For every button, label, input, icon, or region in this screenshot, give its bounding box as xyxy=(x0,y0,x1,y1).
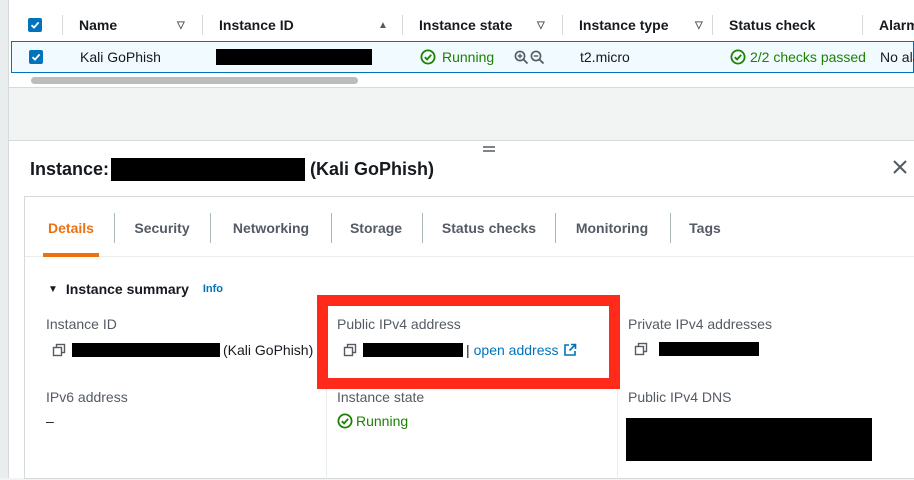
tab-divider xyxy=(670,213,671,243)
success-icon xyxy=(337,413,353,429)
redacted-ip-address xyxy=(659,342,759,356)
checkbox-icon xyxy=(28,18,42,32)
row-alarm: No ala xyxy=(880,49,914,65)
panel-title-suffix: (Kali GoPhish) xyxy=(310,158,435,179)
select-all-checkbox[interactable] xyxy=(28,9,42,41)
column-header-label: Alarm xyxy=(879,17,914,33)
status-check-text: 2/2 checks passed xyxy=(750,49,866,65)
instance-id-value: (Kali GoPhish) xyxy=(52,342,313,358)
private-ipv4-label: Private IPv4 addresses xyxy=(628,316,772,332)
column-divider xyxy=(862,15,863,35)
tab-security[interactable]: Security xyxy=(121,213,203,243)
column-header-status-check[interactable]: Status check xyxy=(729,9,869,41)
column-divider xyxy=(712,15,713,35)
column-header-alarm[interactable]: Alarm xyxy=(879,9,914,41)
sort-icon[interactable]: ▽ xyxy=(177,20,185,31)
row-instance-id[interactable] xyxy=(216,42,372,72)
instance-state-status: Running xyxy=(337,413,408,429)
column-divider xyxy=(62,15,63,35)
column-divider xyxy=(402,15,403,35)
public-dns-label: Public IPv4 DNS xyxy=(628,389,732,405)
redacted-instance-id xyxy=(72,343,220,357)
instance-id-label: Instance ID xyxy=(46,316,117,332)
copy-icon[interactable] xyxy=(634,342,648,356)
instance-state-label: Instance state xyxy=(337,389,425,405)
zoom-controls xyxy=(514,50,545,65)
ec2-console: Name ▽ Instance ID ▲ Instance state ▽ In… xyxy=(0,0,914,480)
copy-icon[interactable] xyxy=(52,343,66,357)
table-row[interactable]: Kali GoPhish Running t2.micro 2/2 checks xyxy=(11,41,914,73)
split-gap xyxy=(9,88,914,140)
status-check-status: 2/2 checks passed xyxy=(730,49,866,65)
checkbox-icon xyxy=(29,50,43,64)
left-rail xyxy=(0,0,9,478)
success-icon xyxy=(730,49,746,65)
column-header-label: Name xyxy=(79,17,118,33)
tab-divider xyxy=(422,213,423,243)
horizontal-scrollbar[interactable] xyxy=(31,77,358,84)
info-link[interactable]: Info xyxy=(203,283,223,295)
instance-summary-header[interactable]: ▼ Instance summary Info xyxy=(48,279,223,299)
sort-icon[interactable]: ▽ xyxy=(537,20,545,31)
caret-down-icon[interactable]: ▼ xyxy=(48,284,58,295)
zoom-in-icon[interactable] xyxy=(514,50,529,65)
tab-divider xyxy=(210,213,211,243)
row-instance-state: Running xyxy=(420,42,545,72)
instance-summary-title: Instance summary xyxy=(65,281,189,297)
zoom-out-icon[interactable] xyxy=(530,50,545,65)
table-header: Name ▽ Instance ID ▲ Instance state ▽ In… xyxy=(9,9,914,41)
sort-icon[interactable]: ▲ xyxy=(378,20,388,31)
success-icon xyxy=(420,49,436,65)
instance-id-suffix: (Kali GoPhish) xyxy=(223,342,314,358)
active-tab-indicator xyxy=(43,253,99,257)
column-header-name[interactable]: Name ▽ xyxy=(79,9,199,41)
sort-icon[interactable]: ▽ xyxy=(695,20,703,31)
panel-title: Instance: (Kali GoPhish) xyxy=(30,157,434,181)
tab-tags[interactable]: Tags xyxy=(677,213,733,243)
row-checkbox[interactable] xyxy=(29,42,43,72)
column-divider xyxy=(562,15,563,35)
tab-details[interactable]: Details xyxy=(33,213,109,243)
close-icon[interactable] xyxy=(890,157,910,177)
redacted-instance-id xyxy=(111,157,306,181)
column-divider xyxy=(202,15,203,35)
row-name: Kali GoPhish xyxy=(80,49,161,65)
tab-divider xyxy=(331,213,332,243)
instances-table: Name ▽ Instance ID ▲ Instance state ▽ In… xyxy=(9,0,914,88)
instance-state-value: Running xyxy=(337,413,408,429)
instance-state-text: Running xyxy=(356,413,409,429)
tab-divider xyxy=(114,213,115,243)
tab-status-checks[interactable]: Status checks xyxy=(429,213,549,243)
row-status-check: 2/2 checks passed xyxy=(730,42,866,72)
column-header-instance-state[interactable]: Instance state ▽ xyxy=(419,9,569,41)
tab-monitoring[interactable]: Monitoring xyxy=(562,213,662,243)
column-header-label: Instance state xyxy=(419,17,513,33)
tab-divider xyxy=(555,213,556,243)
state-status: Running xyxy=(420,49,494,65)
redacted-instance-id xyxy=(216,49,372,65)
column-header-label: Status check xyxy=(729,17,816,33)
column-header-instance-id[interactable]: Instance ID ▲ xyxy=(219,9,399,41)
ipv6-value: – xyxy=(46,413,54,429)
column-header-label: Instance type xyxy=(579,17,669,33)
private-ipv4-value xyxy=(634,342,759,356)
column-header-label: Instance ID xyxy=(219,17,294,33)
tab-storage[interactable]: Storage xyxy=(338,213,414,243)
redacted-public-dns xyxy=(626,418,872,461)
tab-bar: Details Security Networking Storage Stat… xyxy=(25,197,914,257)
panel-title-prefix: Instance: xyxy=(30,158,110,179)
drag-handle-icon[interactable] xyxy=(482,144,496,154)
row-instance-type: t2.micro xyxy=(580,49,630,65)
ipv6-label: IPv6 address xyxy=(46,389,128,405)
state-text: Running xyxy=(442,49,495,65)
highlight-annotation xyxy=(317,295,620,389)
tab-networking[interactable]: Networking xyxy=(217,213,325,243)
column-header-instance-type[interactable]: Instance type ▽ xyxy=(579,9,719,41)
